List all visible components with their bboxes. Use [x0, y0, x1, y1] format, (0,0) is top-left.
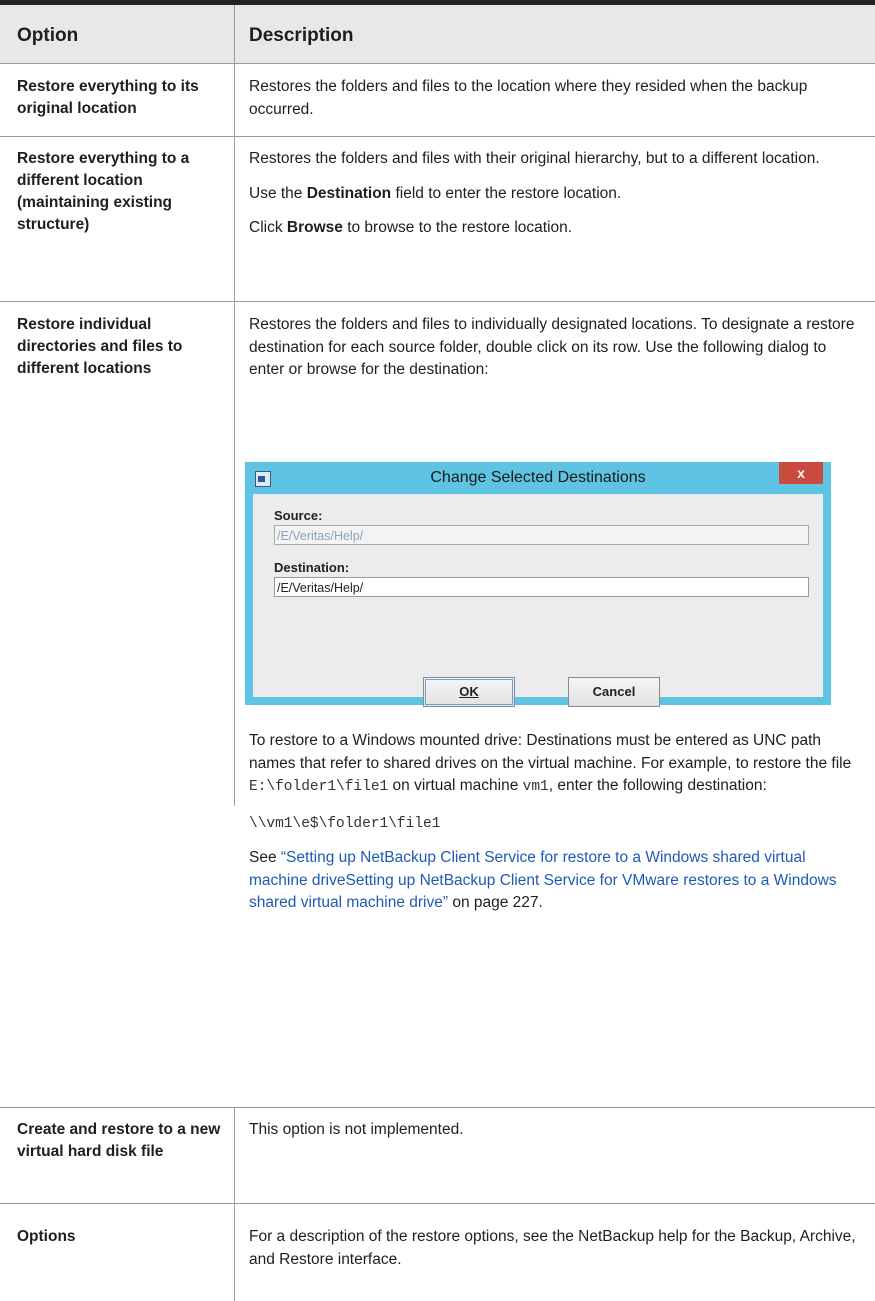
description-cell: This option is not implemented.	[249, 1121, 464, 1138]
description-cell: Restores the folders and files with thei…	[249, 148, 859, 240]
text: To restore to a Windows mounted drive: D…	[249, 732, 852, 772]
text: to browse to the restore location.	[342, 219, 573, 236]
code-path: E:\folder1\file1	[249, 779, 389, 795]
unc-example: \\vm1\e$\folder1\file1	[249, 815, 441, 832]
description-paragraph: Restores the folders and files with thei…	[249, 150, 820, 167]
dialog-body: Source: /E/Veritas/Help/ Destination: /E…	[253, 494, 823, 707]
source-label: Source:	[274, 508, 323, 523]
destination-field[interactable]: /E/Veritas/Help/	[274, 577, 809, 597]
column-divider	[234, 137, 235, 301]
code-vm: vm1	[522, 779, 549, 795]
description-paragraph: Click Browse to browse to the restore lo…	[249, 217, 859, 240]
option-cell: Options	[17, 1228, 76, 1245]
dialog-title-bar: Change Selected Destinations x	[245, 462, 831, 494]
column-divider	[234, 1108, 235, 1203]
row-divider	[0, 1107, 875, 1108]
header-option: Option	[17, 25, 79, 46]
ok-label: OK	[459, 684, 479, 699]
text: on page 227.	[448, 894, 543, 911]
browse-term: Browse	[286, 219, 343, 236]
header-description: Description	[249, 25, 354, 46]
column-divider	[234, 302, 235, 806]
column-divider	[234, 1204, 235, 1301]
cancel-button[interactable]: Cancel	[568, 677, 660, 707]
row-divider	[0, 63, 875, 64]
text: , enter the following destination:	[548, 777, 767, 794]
description-paragraph: Restores the folders and files to indivi…	[249, 316, 855, 378]
description-cell: Restores the folders and files to indivi…	[249, 314, 859, 382]
table-header-row: Option Description	[0, 5, 875, 63]
column-divider	[234, 64, 235, 136]
destination-term: Destination	[306, 184, 392, 202]
description-paragraph: See “Setting up NetBackup Client Service…	[249, 847, 859, 915]
close-icon[interactable]: x	[779, 462, 823, 484]
text: Click	[249, 219, 287, 236]
cancel-label: Cancel	[592, 684, 636, 699]
text: on virtual machine	[388, 777, 523, 794]
text: Use the	[249, 184, 307, 202]
text: See	[249, 849, 281, 866]
option-cell: Create and restore to a new virtual hard…	[17, 1121, 221, 1160]
row-divider	[0, 136, 875, 137]
column-divider	[234, 5, 235, 63]
description-paragraph: To restore to a Windows mounted drive: D…	[249, 730, 859, 799]
source-field: /E/Veritas/Help/	[274, 525, 809, 545]
description-paragraph: Use the Destination field to enter the r…	[249, 183, 859, 206]
option-cell: Restore individual directories and files…	[17, 316, 183, 377]
option-cell: Restore everything to a different locati…	[17, 150, 190, 233]
description-cell: Restores the folders and files to the lo…	[249, 78, 808, 118]
text: field to enter the restore location.	[391, 184, 622, 202]
option-cell: Restore everything to its original locat…	[17, 78, 199, 117]
description-cell: For a description of the restore options…	[249, 1228, 856, 1268]
destination-label: Destination:	[274, 560, 350, 575]
description-cell: To restore to a Windows mounted drive: D…	[249, 730, 859, 915]
ok-button[interactable]: OK	[423, 677, 515, 707]
change-destinations-dialog: Change Selected Destinations x Source: /…	[245, 462, 831, 707]
row-divider	[0, 1203, 875, 1204]
dialog-title: Change Selected Destinations	[430, 469, 646, 486]
row-divider	[0, 301, 875, 302]
